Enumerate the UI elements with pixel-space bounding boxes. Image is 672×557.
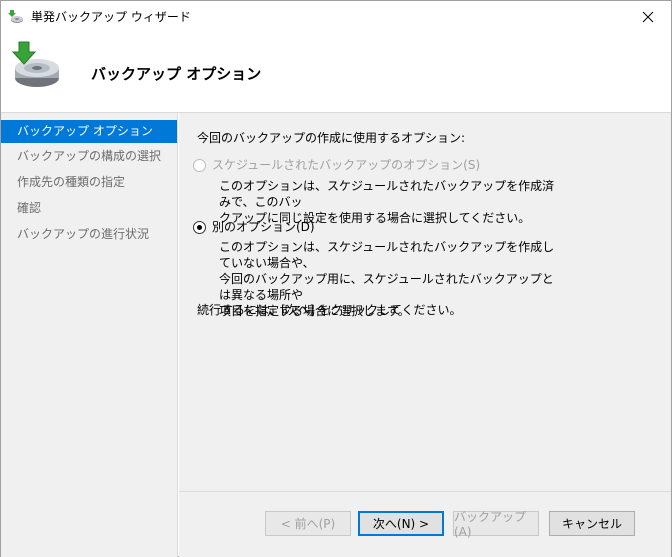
previous-button[interactable]: < 前へ(P)	[265, 511, 351, 536]
title-bar: 単発バックアップ ウィザード	[1, 1, 671, 32]
window-title: 単発バックアップ ウィザード	[31, 10, 191, 24]
next-button[interactable]: 次へ(N) >	[358, 511, 444, 536]
options-intro: 今回のバックアップの作成に使用するオプション:	[197, 131, 466, 145]
step-backup-options[interactable]: バックアップ オプション	[1, 120, 177, 143]
close-button[interactable]	[625, 1, 671, 32]
close-icon	[642, 11, 654, 22]
step-destination-type[interactable]: 作成先の種類の指定	[1, 171, 177, 194]
wizard-steps-sidebar: バックアップ オプション バックアップの構成の選択 作成先の種類の指定 確認 バ…	[1, 113, 178, 557]
backup-app-icon	[8, 10, 23, 23]
wizard-header: バックアップ オプション	[1, 32, 671, 112]
wizard-footer: < 前へ(P) 次へ(N) > バックアップ(A) キャンセル	[179, 492, 671, 557]
different-option-radio[interactable]	[193, 220, 206, 234]
scheduled-option-row[interactable]: スケジュールされたバックアップのオプション(S)	[193, 157, 480, 173]
step-confirmation[interactable]: 確認	[1, 197, 177, 220]
backup-button[interactable]: バックアップ(A)	[453, 510, 539, 539]
scheduled-option-label: スケジュールされたバックアップのオプション(S)	[212, 158, 481, 172]
step-backup-progress[interactable]: バックアップの進行状況	[1, 223, 177, 246]
page-title: バックアップ オプション	[91, 65, 262, 83]
scheduled-option-radio[interactable]	[193, 158, 206, 172]
different-option-row[interactable]: 別のオプション(D)	[193, 219, 315, 235]
options-panel: 今回のバックアップの作成に使用するオプション: スケジュールされたバックアップの…	[179, 113, 671, 491]
wizard-window: 単発バックアップ ウィザード バックアップ オプション バックアップ オプション…	[0, 0, 672, 557]
backup-drive-icon	[11, 41, 59, 87]
different-option-label: 別のオプション(D)	[212, 220, 315, 234]
step-select-configuration[interactable]: バックアップの構成の選択	[1, 145, 177, 168]
cancel-button[interactable]: キャンセル	[549, 511, 635, 536]
continue-instruction: 続行するには、[次へ] をクリックしてください。	[197, 303, 462, 317]
